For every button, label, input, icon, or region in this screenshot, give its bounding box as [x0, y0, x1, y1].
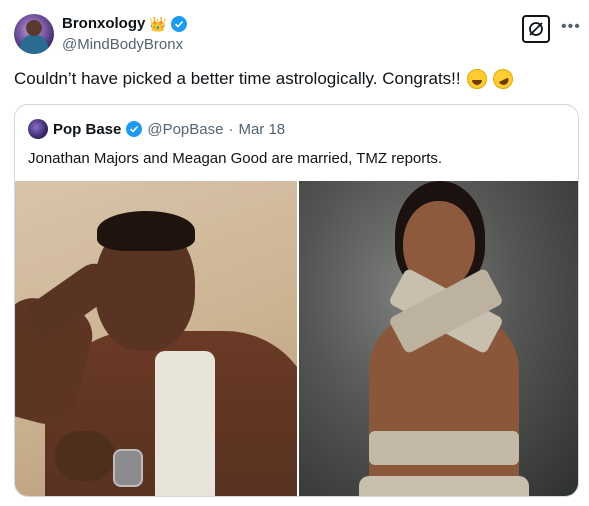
author-handle[interactable]: @MindBodyBronx: [62, 36, 183, 53]
tweet-card[interactable]: Bronxology 👑 @MindBodyBronx ••• Couldn’t…: [0, 0, 589, 506]
quoted-separator: ·: [228, 120, 234, 138]
crown-icon: 👑: [149, 15, 167, 32]
quoted-tweet[interactable]: Pop Base @PopBase · Mar 18 Jonathan Majo…: [14, 104, 579, 497]
grok-icon[interactable]: [522, 15, 550, 43]
quoted-header: Pop Base @PopBase · Mar 18: [28, 119, 285, 139]
author-avatar[interactable]: [14, 14, 54, 54]
grinning-sweat-emoji-icon: [466, 69, 487, 89]
verified-badge-icon: [170, 15, 187, 32]
quoted-text: Jonathan Majors and Meagan Good are marr…: [28, 150, 443, 167]
quoted-handle[interactable]: @PopBase: [147, 121, 223, 138]
tweet-body: Couldn’t have picked a better time astro…: [14, 65, 516, 93]
tweet-text: Couldn’t have picked a better time astro…: [14, 69, 461, 88]
quoted-avatar[interactable]: [28, 119, 48, 139]
photo-jonathan-majors[interactable]: [15, 181, 297, 496]
quoted-date[interactable]: Mar 18: [238, 121, 285, 138]
more-options-icon[interactable]: •••: [561, 18, 581, 36]
author-name-row: Bronxology 👑: [62, 15, 187, 32]
photo-meagan-good[interactable]: [299, 181, 578, 496]
rolling-laughing-emoji-icon: [489, 65, 516, 93]
author-name[interactable]: Bronxology: [62, 15, 145, 32]
verified-badge-icon: [126, 121, 143, 137]
quoted-name[interactable]: Pop Base: [53, 121, 121, 138]
